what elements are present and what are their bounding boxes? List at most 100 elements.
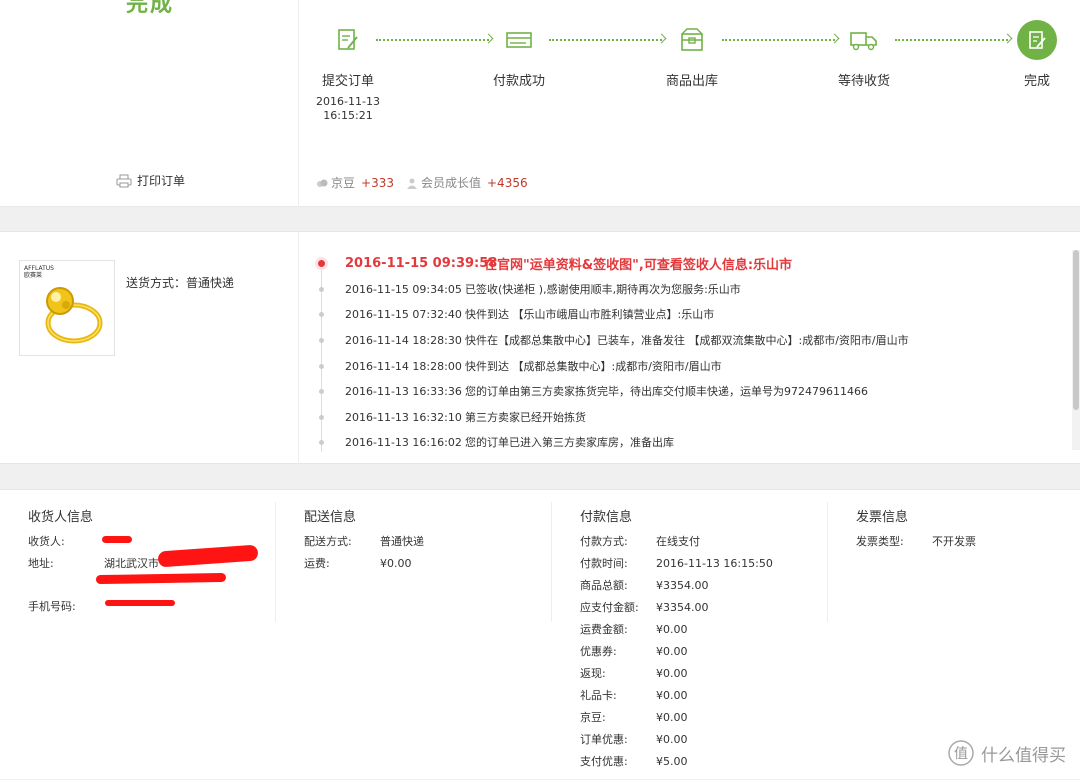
invoice-info: 发票信息 发票类型: 不开发票 [828, 490, 1080, 780]
invoice-type-row: 发票类型: 不开发票 [856, 535, 976, 548]
submit-order-icon [328, 20, 368, 60]
event-time: 2016-11-14 18:28:00 [345, 359, 462, 373]
event-text: 您的订单由第三方卖家拣货完毕，待出库交付顺丰快递，运单号为97247961146… [465, 385, 868, 398]
complete-icon [1017, 20, 1057, 60]
timeline-event: 2016-11-15 09:34:05 已签收(快递柜 ),感谢使用顺丰,期待再… [312, 279, 1072, 299]
timeline-dot [319, 388, 324, 394]
payment-row: 支付优惠: ¥5.00 [580, 755, 688, 768]
scrollbar-thumb[interactable] [1073, 250, 1079, 410]
svg-text:值: 值 [954, 746, 968, 762]
timeline-event: 2016-11-14 18:28:00 快件到达 【成都总集散中心】:成都市/资… [312, 356, 1072, 376]
event-text: 快件到达 【成都总集散中心】:成都市/资阳市/眉山市 [465, 360, 722, 373]
payment-row: 付款方式: 在线支付 [580, 535, 700, 548]
invoice-info-title: 发票信息 [856, 510, 909, 525]
timeline-event: 2016-11-14 18:28:30 快件在【成都总集散中心】已装车，准备发往… [312, 330, 1072, 350]
jingdou-icon [317, 179, 328, 187]
step-awaiting-delivery: 等待收货 [809, 20, 919, 89]
payment-row: 订单优惠: ¥0.00 [580, 733, 688, 746]
event-time: 2016-11-15 09:39:58 [345, 255, 498, 271]
event-text: 第三方卖家已经开始拣货 [465, 411, 586, 424]
step-label: 完成 [1023, 74, 1050, 89]
timeline-dot [319, 337, 324, 343]
redaction-mark [102, 536, 132, 543]
payment-info-title: 付款信息 [580, 510, 633, 525]
step-date: 2016-11-13 [316, 95, 380, 108]
event-time: 2016-11-13 16:33:36 [345, 384, 462, 398]
step-label: 付款成功 [492, 74, 545, 89]
print-order-button[interactable]: 打印订单 [116, 172, 185, 189]
timeline-scrollbar[interactable] [1072, 250, 1080, 450]
event-text: 您的订单已进入第三方卖家库房，准备出库 [465, 436, 674, 449]
step-warehouse-out: 商品出库 [637, 20, 747, 89]
smzdm-logo-icon: 值 [948, 740, 974, 766]
step-label: 商品出库 [665, 74, 718, 89]
print-order-label: 打印订单 [137, 174, 186, 188]
payment-row: 应支付金额: ¥3354.00 [580, 601, 709, 614]
brand-logo: AFFLATUS 欧赛莱 [24, 265, 54, 279]
step-payment-success: 付款成功 [464, 20, 574, 89]
timeline-event: 2016-11-13 16:16:02 您的订单已进入第三方卖家库房，准备出库 [312, 432, 1072, 452]
payment-row: 返现: ¥0.00 [580, 667, 688, 680]
step-label: 提交订单 [321, 74, 374, 89]
event-time: 2016-11-15 09:34:05 [345, 282, 462, 296]
smzdm-watermark: 值 什么值得买 [947, 739, 1066, 767]
redaction-mark [105, 600, 175, 606]
event-text: 快件在【成都总集散中心】已装车，准备发往 【成都双流集散中心】:成都市/资阳市/… [465, 334, 909, 347]
receiver-info-title: 收货人信息 [28, 510, 94, 525]
watermark-text: 什么值得买 [981, 745, 1066, 766]
growth-label: 会员成长值 [420, 176, 481, 190]
event-text: 在官网"运单资料&签收图",可查看签收人信息:乐山市 [484, 257, 793, 273]
jingdou-label: 京豆 [331, 176, 356, 190]
ship-method: 送货方式：普通快递 [126, 276, 235, 290]
payment-row: 京豆: ¥0.00 [580, 711, 688, 724]
timeline-dot [319, 363, 324, 369]
timeline-dot [319, 439, 324, 445]
timeline-event: 2016-11-13 16:33:36 您的订单由第三方卖家拣货完毕，待出库交付… [312, 381, 1072, 401]
timeline-dot-active [318, 259, 325, 267]
product-image[interactable]: AFFLATUS 欧赛莱 [19, 260, 115, 356]
payment-row: 礼品卡: ¥0.00 [580, 689, 688, 702]
printer-icon [116, 174, 132, 187]
tracking-timeline: 2016-11-15 09:39:58 在官网"运单资料&签收图",可查看签收人… [312, 232, 1072, 465]
timeline-dot [319, 311, 324, 317]
receiver-name-row: 收货人: [28, 535, 65, 548]
order-status-panel: 完成 打印订单 提交订单 2016-11-13 16:15:21 付款成功 商品… [0, 0, 1080, 207]
event-text: 已签收(快递柜 ),感谢使用顺丰,期待再次为您服务:乐山市 [465, 283, 741, 296]
shipping-fee-row: 运费: ¥0.00 [304, 557, 412, 570]
order-status-title: 完成 [126, 0, 175, 17]
delivery-method-row: 配送方式: 普通快递 [304, 535, 424, 548]
event-time: 2016-11-13 16:16:02 [345, 435, 462, 449]
step-complete: 完成 [982, 20, 1080, 89]
payment-icon [499, 20, 539, 60]
event-time: 2016-11-14 18:28:30 [345, 333, 462, 347]
order-rewards: 京豆 +333 会员成长值 +4356 [316, 174, 540, 191]
step-label: 等待收货 [837, 74, 890, 89]
event-time: 2016-11-13 16:32:10 [345, 410, 462, 424]
growth-value: +4356 [487, 175, 528, 190]
jingdou-value: +333 [361, 175, 394, 190]
payment-row: 优惠券: ¥0.00 [580, 645, 688, 658]
truck-icon [844, 20, 884, 60]
redaction-mark [95, 572, 227, 585]
member-icon [406, 178, 417, 189]
product-summary: AFFLATUS 欧赛莱 送货方式：普通快递 [0, 232, 299, 465]
payment-row: 运费金额: ¥0.00 [580, 623, 688, 636]
timeline-dot [319, 286, 324, 292]
timeline-event: 2016-11-15 09:39:58 在官网"运单资料&签收图",可查看签收人… [312, 253, 1072, 273]
payment-info: 付款信息 付款方式: 在线支付 付款时间: 2016-11-13 16:15:50 … [552, 490, 828, 780]
receiver-address-row: 地址: 湖北武汉市 [28, 557, 159, 570]
step-submit-order: 提交订单 2016-11-13 16:15:21 [293, 20, 403, 123]
timeline-event: 2016-11-15 07:32:40 快件到达 【乐山市峨眉山市胜利镇营业点】… [312, 304, 1072, 324]
payment-row: 商品总额: ¥3354.00 [580, 579, 709, 592]
timeline-event: 2016-11-13 16:32:10 第三方卖家已经开始拣货 [312, 407, 1072, 427]
logistics-tracking-panel: AFFLATUS 欧赛莱 送货方式：普通快递 2016-11-15 09:39:… [0, 231, 1080, 465]
event-time: 2016-11-15 07:32:40 [345, 307, 462, 321]
order-info-panel: 收货人信息 收货人: 地址: 湖北武汉市 手机号码: 配送信息 配送方式: 普通快递… [0, 489, 1080, 779]
step-time: 16:15:21 [323, 109, 373, 122]
status-summary: 完成 打印订单 [0, 0, 299, 207]
payment-row: 付款时间: 2016-11-13 16:15:50 [580, 557, 773, 570]
warehouse-out-icon [672, 20, 712, 60]
timeline-dot [319, 414, 324, 420]
delivery-info-title: 配送信息 [304, 510, 357, 525]
redaction-mark [157, 544, 259, 568]
